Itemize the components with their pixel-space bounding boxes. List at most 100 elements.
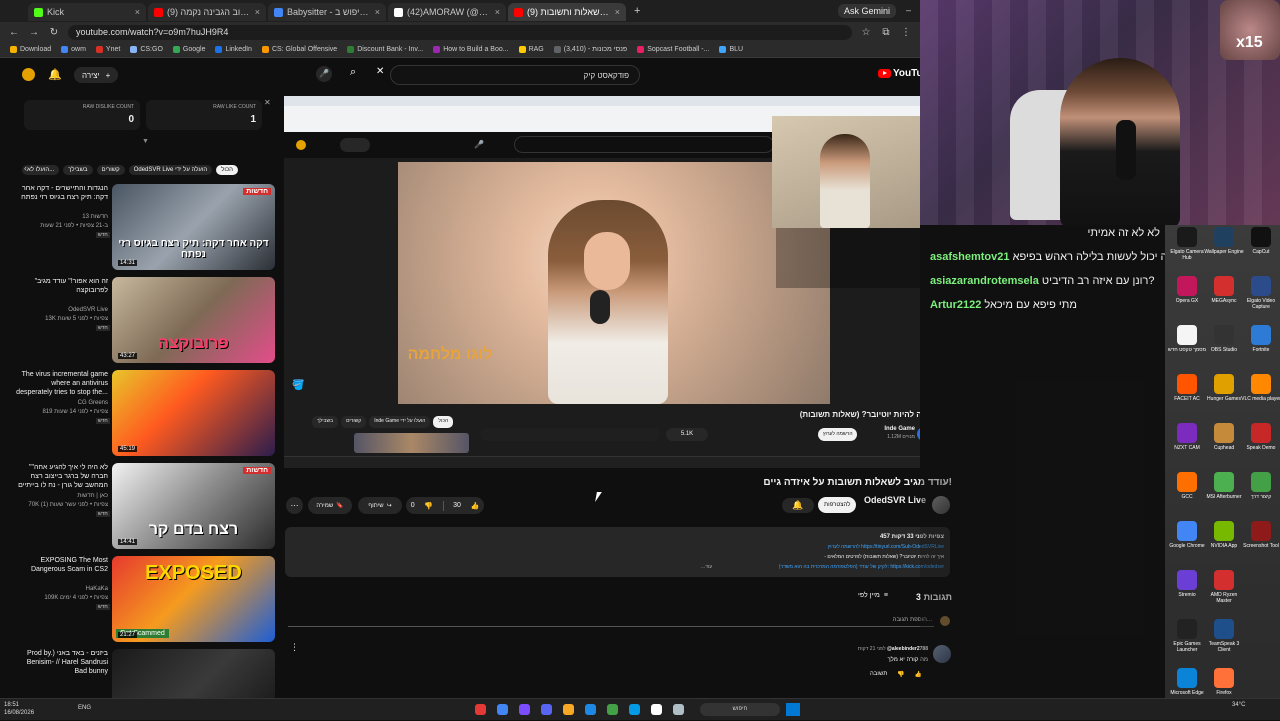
video-title[interactable]: הנגדות והתיישרים - דקה אחר דקה: תיק רצח … bbox=[14, 184, 108, 211]
video-thumbnail[interactable]: רצח בדם קר חדשות bbox=[112, 463, 275, 549]
video-title[interactable]: "זה הוא אפור!" עודד מגיב לפרובוקצה bbox=[14, 277, 108, 304]
avatar[interactable] bbox=[22, 68, 35, 81]
filter-chip[interactable]: הועלו לא... bbox=[22, 165, 60, 175]
bookmark-item[interactable]: Google bbox=[172, 46, 205, 53]
desktop-shortcut[interactable]: Hunger Games bbox=[1204, 374, 1244, 402]
channel-name[interactable]: OdedSVR Live bbox=[858, 495, 926, 505]
video-channel[interactable]: חדשות 13 bbox=[14, 213, 108, 221]
bookmark-item[interactable]: How to Build a Boo... bbox=[433, 46, 509, 53]
video-channel[interactable]: כאן | חדשות bbox=[14, 492, 108, 500]
comment-menu-icon[interactable]: ⋮ bbox=[290, 642, 299, 653]
video-thumbnail[interactable]: דקה אחר דקה: תיק רצח בגיוס רזי נפתח חדשות bbox=[112, 184, 275, 270]
comment-dislike-icon[interactable]: 👎 bbox=[897, 671, 904, 678]
search-input[interactable]: פודקאסט קיק bbox=[390, 65, 640, 85]
desktop-shortcut[interactable]: NZXT CAM bbox=[1167, 423, 1207, 451]
tab-close-icon[interactable]: × bbox=[495, 7, 500, 17]
list-item[interactable]: EXPOSED Get Scammed 21:27 EXPOSING The Most… bbox=[0, 552, 285, 645]
tab-close-icon[interactable]: × bbox=[375, 7, 380, 17]
video-thumbnail[interactable] bbox=[112, 370, 275, 456]
browser-tab[interactable]: (9) עודד מגיב לשאלות ותשובות... × bbox=[508, 3, 626, 21]
taskbar-app-icon[interactable] bbox=[607, 704, 618, 715]
list-item[interactable]: דקה אחר דקה: תיק רצח בגיוס רזי נפתח חדשות… bbox=[0, 180, 285, 273]
desktop-shortcut[interactable]: MSI Afterburner bbox=[1204, 472, 1244, 500]
bookmark-item[interactable]: (3,410) - פנסי מכונות bbox=[553, 46, 627, 53]
taskbar-app-icon[interactable] bbox=[541, 704, 552, 715]
reply-button[interactable]: תשובה bbox=[870, 671, 887, 678]
desktop-shortcut[interactable]: AMD Ryzen Master bbox=[1204, 570, 1244, 604]
bookmark-star-icon[interactable]: ☆ bbox=[860, 27, 872, 38]
subscribe-button[interactable]: להצטרפות bbox=[818, 497, 857, 513]
extensions-icon[interactable]: ⧉ bbox=[880, 27, 892, 38]
video-title[interactable]: EXPOSING The Most Dangerous Scam in CS2 bbox=[14, 556, 108, 583]
desktop-shortcut[interactable]: GCC bbox=[1167, 472, 1207, 500]
desktop-shortcut[interactable]: FACEIT AC bbox=[1167, 374, 1207, 402]
menu-icon[interactable]: ⋮ bbox=[900, 27, 912, 38]
desktop-shortcut[interactable]: Wallpaper Engine bbox=[1204, 227, 1244, 255]
like-icon[interactable]: 👍 bbox=[470, 502, 479, 510]
clear-search-icon[interactable]: ✕ bbox=[376, 66, 384, 77]
desktop-shortcut[interactable]: קיצור דרך bbox=[1241, 472, 1280, 500]
create-button[interactable]: יצירה + bbox=[74, 67, 119, 83]
add-comment-input[interactable]: הוספת תגובה... bbox=[800, 617, 932, 623]
desktop-shortcut[interactable]: MEGAsync bbox=[1204, 276, 1244, 304]
more-actions-icon[interactable]: ⋯ bbox=[286, 497, 303, 514]
notifications-icon[interactable]: 🔔 bbox=[48, 68, 62, 81]
bookmark-item[interactable]: Sopcast Football -... bbox=[637, 46, 709, 53]
tab-close-icon[interactable]: × bbox=[135, 7, 140, 17]
sort-button[interactable]: מיין לפי ≡ bbox=[858, 592, 888, 599]
desktop-shortcut[interactable]: Stremio bbox=[1167, 570, 1207, 598]
desktop-shortcut[interactable]: TeamSpeak 3 Client bbox=[1204, 619, 1244, 653]
tab-close-icon[interactable]: × bbox=[615, 7, 620, 17]
browser-tab[interactable]: (42)AMORAW (@amoraw93) / X × bbox=[388, 3, 506, 21]
desktop-shortcut[interactable]: Epic Games Launcher bbox=[1167, 619, 1207, 653]
filter-chip[interactable]: בשבילך bbox=[63, 165, 93, 175]
desktop-shortcut[interactable]: Screenshot Tool bbox=[1241, 521, 1280, 549]
desc-more[interactable]: ...עוד bbox=[701, 564, 712, 570]
video-thumbnail[interactable]: באד באני bbox=[112, 649, 275, 698]
list-item[interactable]: רצח בדם קר חדשות 14:41 "לא היה לי איך להגיע… bbox=[0, 459, 285, 552]
bookmark-item[interactable]: BLU bbox=[719, 46, 743, 53]
url-field[interactable]: youtube.com/watch?v=o9m7huJH9R4 bbox=[68, 24, 852, 40]
desktop-shortcut[interactable]: Speak Demo bbox=[1241, 423, 1280, 451]
bookmark-item[interactable]: RAG bbox=[518, 46, 544, 53]
chips-scroll-left-icon[interactable]: ‹ bbox=[24, 163, 27, 173]
taskbar-search[interactable]: חיפוש bbox=[700, 703, 780, 716]
taskbar-app-icon[interactable] bbox=[673, 704, 684, 715]
bookmark-item[interactable]: Download bbox=[10, 46, 51, 53]
filter-chip[interactable]: קשורים bbox=[96, 165, 125, 175]
language-indicator[interactable]: ENG bbox=[78, 705, 91, 711]
video-channel[interactable]: CG Greens bbox=[14, 399, 108, 407]
list-item[interactable]: באד באניProd by.) ביזנים - באד באני Beni… bbox=[0, 645, 285, 698]
desktop-shortcut[interactable]: NVIDIA App bbox=[1204, 521, 1244, 549]
taskbar-app-icon[interactable] bbox=[519, 704, 530, 715]
video-channel[interactable]: HaKaKa bbox=[14, 585, 108, 593]
expand-chevron-icon[interactable]: ▼ bbox=[142, 138, 149, 145]
bookmark-item[interactable]: CS:GO bbox=[130, 46, 163, 53]
desktop-shortcut[interactable]: Firefox bbox=[1204, 668, 1244, 696]
desktop-shortcut[interactable]: Google Chrome bbox=[1167, 521, 1207, 549]
bookmark-item[interactable]: CS: Global Offensive bbox=[261, 46, 337, 53]
taskbar-app-icon[interactable] bbox=[585, 704, 596, 715]
notification-bell-icon[interactable]: 🔔 bbox=[782, 498, 814, 513]
desktop-shortcut[interactable]: Fortnite bbox=[1241, 325, 1280, 353]
bookmark-item[interactable]: owm bbox=[61, 46, 86, 53]
desktop-shortcut[interactable]: Elgato Video Capture bbox=[1241, 276, 1280, 310]
desktop-shortcut[interactable]: OBS Studio bbox=[1204, 325, 1244, 353]
desktop-shortcut[interactable]: Elgato Camera Hub bbox=[1167, 227, 1207, 261]
tab-close-icon[interactable]: × bbox=[255, 7, 260, 17]
list-item[interactable]: 45:19 The virus incremental game where an… bbox=[0, 366, 285, 459]
ask-gemini-button[interactable]: Ask Gemini bbox=[838, 4, 897, 18]
desktop-shortcut[interactable]: מסמך טקסט חדש bbox=[1167, 325, 1207, 353]
video-title[interactable]: Prod by.) ביזנים - באד באני Benisim- // … bbox=[14, 649, 108, 676]
forward-icon[interactable]: → bbox=[28, 27, 40, 38]
back-icon[interactable]: ← bbox=[8, 27, 20, 38]
desktop-shortcut[interactable]: Microsoft Edge bbox=[1167, 668, 1207, 696]
list-item[interactable]: פרובוקצה 43:27 "זה הוא אפור!" עודד מגיב לפ… bbox=[0, 273, 285, 366]
taskbar-app-icon[interactable] bbox=[497, 704, 508, 715]
video-player[interactable]: 🎤 לוגו מלחמה איך זה להיות יוטיובר? (שאלו… bbox=[284, 96, 920, 468]
video-channel[interactable]: OdedSVR Live bbox=[14, 306, 108, 314]
taskbar-app-icon[interactable] bbox=[629, 704, 640, 715]
video-thumbnail[interactable]: פרובוקצה bbox=[112, 277, 275, 363]
dislike-icon[interactable]: 👎 bbox=[424, 502, 433, 510]
video-title[interactable]: "לא היה לי איך להגיע אחה" חברה של ברגר ב… bbox=[14, 463, 108, 490]
